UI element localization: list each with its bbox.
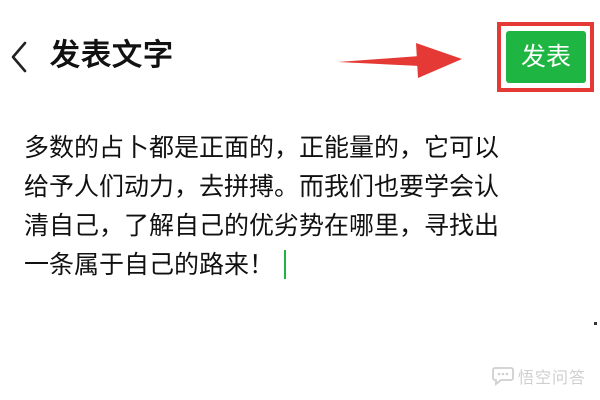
watermark-text: 悟空问答: [517, 368, 586, 387]
page-title: 发表文字: [50, 38, 174, 73]
chevron-left-icon[interactable]: [8, 40, 30, 74]
post-text-line: 一条属于自己的路来！: [24, 250, 275, 279]
post-text-line: 给予人们动力，去拼搏。而我们也要学会认: [24, 172, 500, 201]
post-text-area[interactable]: 多数的占卜都是正面的，正能量的，它可以 给予人们动力，去拼搏。而我们也要学会认 …: [24, 128, 564, 284]
edge-dot: [594, 322, 597, 325]
header-bar: 发表文字 发表: [0, 0, 600, 110]
text-cursor: [284, 250, 287, 279]
chat-bubble-icon: [492, 366, 514, 386]
arrow-right-icon: [338, 40, 464, 80]
post-text-line: 多数的占卜都是正面的，正能量的，它可以: [24, 133, 500, 162]
publish-button[interactable]: 发表: [506, 31, 586, 83]
post-text-line: 清自己，了解自己的优劣势在哪里，寻找出: [24, 211, 500, 240]
watermark: 悟空问答: [492, 364, 586, 388]
